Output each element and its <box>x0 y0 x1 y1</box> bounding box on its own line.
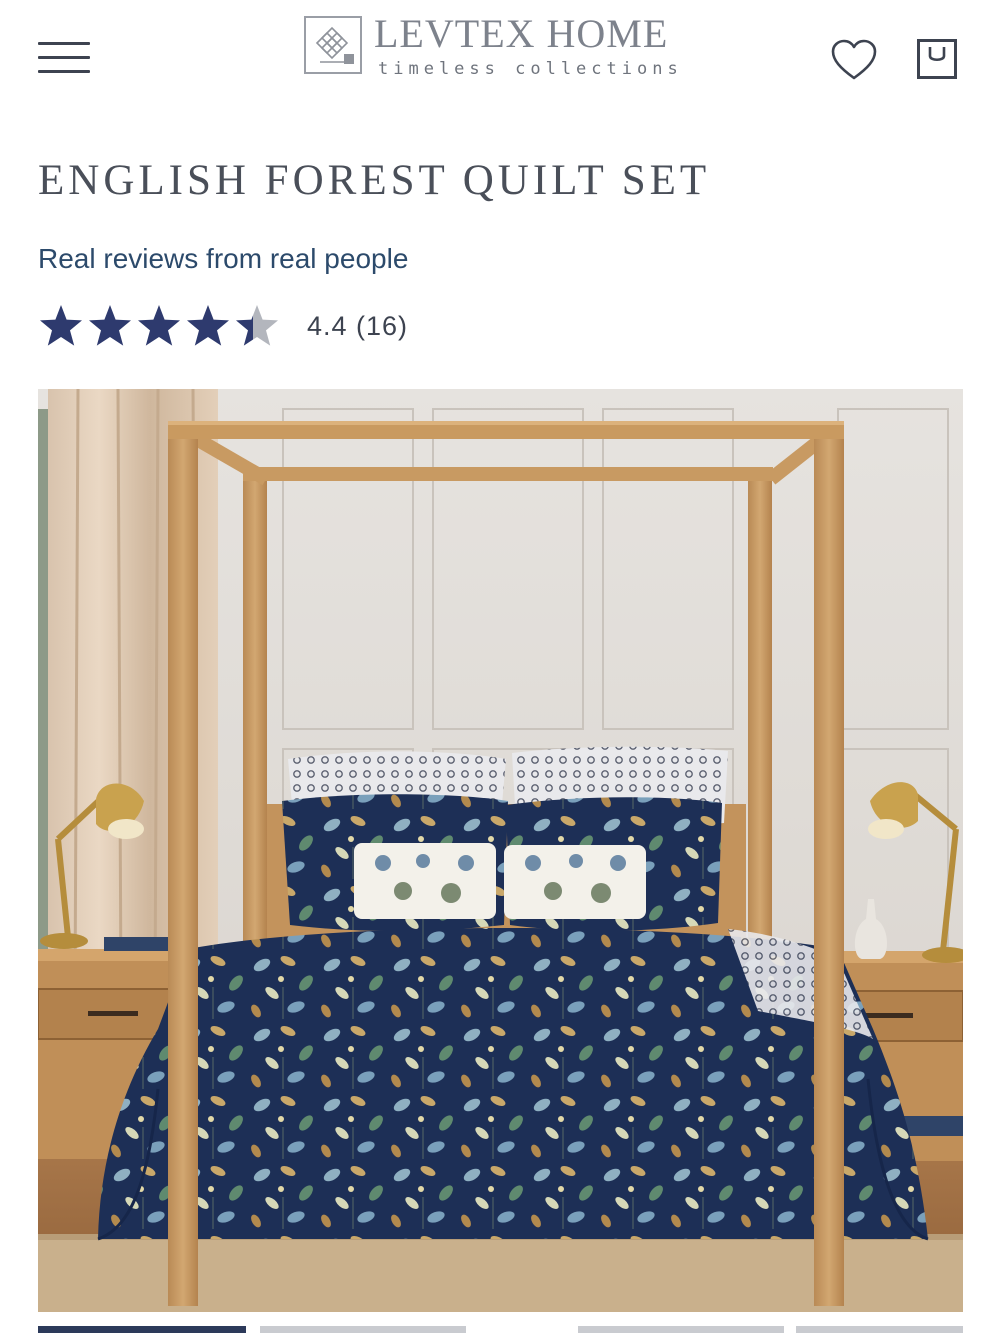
rating-summary[interactable]: 4.4 (16) <box>38 303 408 349</box>
gallery-thumbnails <box>38 1326 963 1333</box>
gallery-thumb[interactable] <box>38 1326 246 1333</box>
logo-tagline: timeless collections <box>378 59 683 79</box>
wishlist-button[interactable] <box>830 38 878 82</box>
star-rating <box>38 303 283 349</box>
gallery-thumb[interactable] <box>796 1326 963 1333</box>
star-icon <box>40 305 82 346</box>
logo-name: LEVTEX HOME <box>374 11 669 56</box>
gallery-thumb[interactable] <box>260 1326 466 1333</box>
gallery-thumb[interactable] <box>578 1326 784 1333</box>
product-title: ENGLISH FOREST QUILT SET <box>38 157 711 204</box>
star-icon <box>236 305 278 346</box>
rating-value: 4.4 (16) <box>307 310 409 341</box>
shopping-bag-icon <box>917 39 957 79</box>
star-icon <box>138 305 180 346</box>
menu-button[interactable] <box>38 42 90 76</box>
site-logo[interactable]: LEVTEX HOME timeless collections <box>304 11 683 79</box>
star-icon <box>187 305 229 346</box>
heart-icon <box>831 39 877 80</box>
site-header: LEVTEX HOME timeless collections <box>0 0 1000 110</box>
endless-knot-logo-icon <box>304 16 362 74</box>
shopping-bag-button[interactable] <box>916 38 958 80</box>
bedroom-photo <box>38 389 963 1312</box>
product-image[interactable] <box>38 389 963 1312</box>
star-icon <box>89 305 131 346</box>
hamburger-menu-icon <box>38 42 90 45</box>
reviews-heading: Real reviews from real people <box>38 243 409 274</box>
